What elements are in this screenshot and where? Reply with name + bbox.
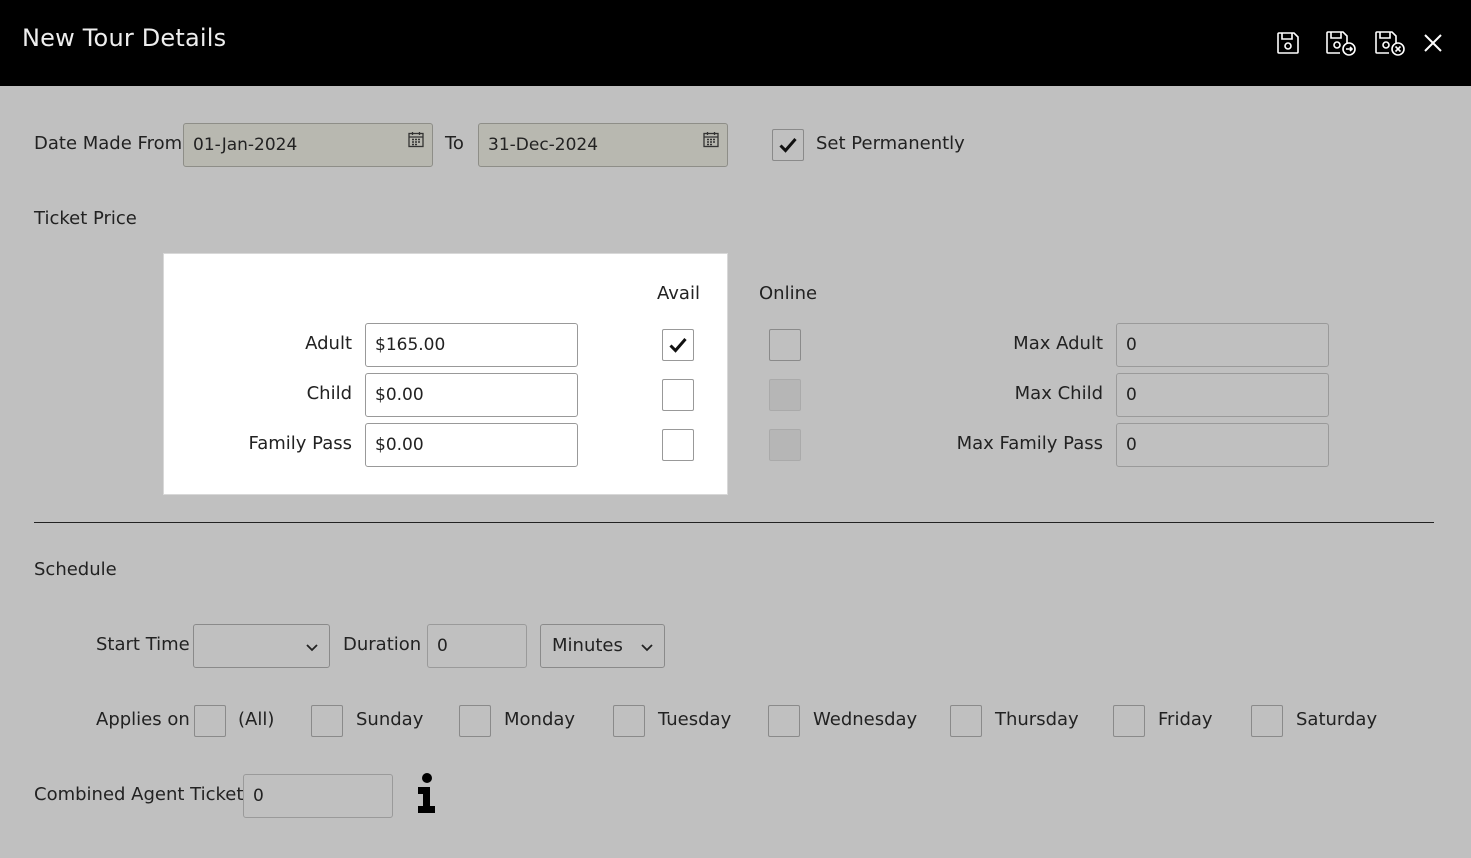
save-icon: [1277, 32, 1299, 54]
child-online-checkbox: [769, 379, 801, 411]
child-price-input[interactable]: $0.00: [365, 373, 578, 417]
max-child-input[interactable]: 0: [1116, 373, 1329, 417]
checkmark-icon: [669, 338, 687, 353]
ticket-price-heading: Ticket Price: [34, 208, 137, 229]
save-new-icon: [1326, 31, 1356, 56]
date-from-value: 01-Jan-2024: [193, 135, 298, 155]
max-child-label: Max Child: [1014, 383, 1103, 404]
start-time-select[interactable]: [193, 624, 330, 668]
day-thursday-label: Thursday: [995, 709, 1079, 730]
max-family-pass-label: Max Family Pass: [956, 433, 1103, 454]
date-from-field[interactable]: 01-Jan-2024: [183, 123, 433, 167]
max-adult-label: Max Adult: [1013, 333, 1103, 354]
page-title: New Tour Details: [22, 24, 227, 52]
max-family-pass-input[interactable]: 0: [1116, 423, 1329, 467]
close-icon: [1424, 34, 1442, 52]
day-tuesday-label: Tuesday: [658, 709, 732, 730]
set-permanently-checkbox[interactable]: [772, 129, 804, 161]
day-sunday-checkbox[interactable]: [311, 705, 343, 737]
schedule-heading: Schedule: [34, 559, 117, 580]
date-to-field[interactable]: 31-Dec-2024: [478, 123, 728, 167]
day-saturday-checkbox[interactable]: [1251, 705, 1283, 737]
day-sunday-label: Sunday: [356, 709, 424, 730]
chevron-down-icon: [641, 644, 653, 652]
online-header: Online: [759, 283, 818, 304]
duration-unit-value: Minutes: [552, 635, 623, 656]
day-monday-checkbox[interactable]: [459, 705, 491, 737]
child-label: Child: [306, 383, 352, 404]
duration-label: Duration: [343, 634, 422, 655]
calendar-icon[interactable]: [408, 131, 424, 148]
date-made-from-label: Date Made From: [34, 133, 183, 154]
calendar-icon[interactable]: [703, 131, 719, 148]
duration-input[interactable]: 0: [427, 624, 527, 668]
combined-agent-tickets-label: Combined Agent Tickets: [34, 784, 253, 805]
checkmark-icon: [779, 138, 797, 153]
day-friday-checkbox[interactable]: [1113, 705, 1145, 737]
save-button[interactable]: [1271, 26, 1305, 60]
day-saturday-label: Saturday: [1296, 709, 1378, 730]
info-icon[interactable]: [415, 772, 439, 816]
day-thursday-checkbox[interactable]: [950, 705, 982, 737]
day-friday-label: Friday: [1158, 709, 1213, 730]
chevron-down-icon: [306, 644, 318, 652]
family-pass-price-input[interactable]: $0.00: [365, 423, 578, 467]
day-all-checkbox[interactable]: [194, 705, 226, 737]
avail-header: Avail: [657, 283, 700, 304]
adult-price-input[interactable]: $165.00: [365, 323, 578, 367]
adult-avail-checkbox[interactable]: [662, 329, 694, 361]
start-time-label: Start Time: [96, 634, 190, 655]
combined-agent-tickets-input[interactable]: 0: [243, 774, 393, 818]
day-all-label: (All): [238, 709, 275, 730]
applies-on-label: Applies on: [96, 709, 190, 730]
set-permanently-label: Set Permanently: [816, 133, 965, 154]
family-pass-label: Family Pass: [248, 433, 352, 454]
day-monday-label: Monday: [504, 709, 576, 730]
adult-label: Adult: [305, 333, 352, 354]
day-wednesday-label: Wednesday: [813, 709, 918, 730]
day-wednesday-checkbox[interactable]: [768, 705, 800, 737]
section-divider: [34, 522, 1434, 523]
adult-online-checkbox[interactable]: [769, 329, 801, 361]
child-avail-checkbox[interactable]: [662, 379, 694, 411]
date-to-label: To: [445, 133, 464, 154]
close-button[interactable]: [1416, 26, 1450, 60]
window-header: New Tour Details: [0, 0, 1471, 86]
day-tuesday-checkbox[interactable]: [613, 705, 645, 737]
family-pass-avail-checkbox[interactable]: [662, 429, 694, 461]
save-and-new-button[interactable]: [1322, 26, 1360, 60]
duration-unit-select[interactable]: Minutes: [540, 624, 665, 668]
save-and-close-button[interactable]: [1371, 26, 1409, 60]
family-pass-online-checkbox: [769, 429, 801, 461]
max-adult-input[interactable]: 0: [1116, 323, 1329, 367]
date-to-value: 31-Dec-2024: [488, 135, 599, 155]
save-close-icon: [1375, 31, 1405, 56]
